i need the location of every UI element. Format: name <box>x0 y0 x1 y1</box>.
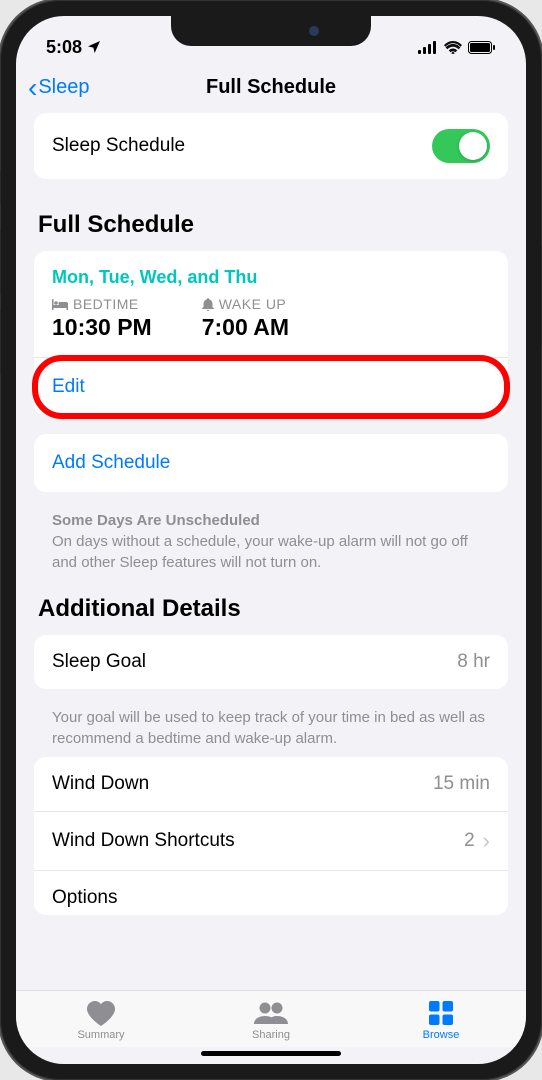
home-indicator[interactable] <box>201 1051 341 1056</box>
tab-browse-label: Browse <box>423 1029 460 1041</box>
full-schedule-header: Full Schedule <box>34 197 508 251</box>
schedule-days: Mon, Tue, Wed, and Thu <box>34 251 508 296</box>
status-time: 5:08 <box>46 37 82 58</box>
schedule-entry-card: Mon, Tue, Wed, and Thu BEDTIME 10:30 PM … <box>34 251 508 416</box>
options-label: Options <box>52 887 117 908</box>
wakeup-value: 7:00 AM <box>202 314 289 341</box>
add-schedule-button[interactable]: Add Schedule <box>34 434 508 492</box>
bedtime-label: BEDTIME <box>73 296 139 312</box>
annotation-highlight <box>32 355 510 419</box>
additional-details-header: Additional Details <box>34 581 508 635</box>
chevron-right-icon: › <box>483 828 490 854</box>
sleep-goal-value: 8 hr <box>457 651 490 673</box>
bedtime-column: BEDTIME 10:30 PM <box>52 296 152 341</box>
tab-summary[interactable]: Summary <box>16 999 186 1041</box>
tab-browse[interactable]: Browse <box>356 999 526 1041</box>
people-icon <box>254 1002 288 1024</box>
wind-down-shortcuts-row[interactable]: Wind Down Shortcuts 2 › <box>34 812 508 871</box>
sleep-goal-label: Sleep Goal <box>52 651 146 673</box>
tab-sharing-label: Sharing <box>252 1029 290 1041</box>
wakeup-label: WAKE UP <box>219 296 287 312</box>
wind-down-shortcuts-value: 2 <box>464 830 475 852</box>
tab-bar: Summary Sharing Browse <box>16 990 526 1047</box>
wind-down-label: Wind Down <box>52 773 149 795</box>
wind-down-value: 15 min <box>433 773 490 795</box>
battery-icon <box>468 41 496 54</box>
wind-down-row[interactable]: Wind Down 15 min <box>34 757 508 812</box>
bed-icon <box>52 299 68 310</box>
sleep-schedule-card: Sleep Schedule <box>34 113 508 179</box>
chevron-left-icon: ‹ <box>28 74 37 102</box>
bell-icon <box>202 298 214 311</box>
sleep-goal-row[interactable]: Sleep Goal 8 hr <box>34 635 508 689</box>
unscheduled-body: On days without a schedule, your wake-up… <box>52 533 468 571</box>
back-button[interactable]: ‹ Sleep <box>28 74 89 102</box>
wakeup-column: WAKE UP 7:00 AM <box>202 296 289 341</box>
edit-button[interactable]: Edit <box>34 357 508 416</box>
location-icon <box>86 39 102 55</box>
content-scroll[interactable]: Sleep Schedule Full Schedule Mon, Tue, W… <box>16 113 526 990</box>
unscheduled-footer: Some Days Are Unscheduled On days withou… <box>34 510 508 581</box>
sleep-schedule-toggle[interactable] <box>432 129 490 163</box>
nav-bar: ‹ Sleep Full Schedule <box>16 66 526 113</box>
wind-down-card: Wind Down 15 min Wind Down Shortcuts 2 ›… <box>34 757 508 915</box>
sleep-goal-card: Sleep Goal 8 hr <box>34 635 508 689</box>
sleep-goal-footer: Your goal will be used to keep track of … <box>34 707 508 757</box>
signal-icon <box>418 41 438 54</box>
add-schedule-card: Add Schedule <box>34 434 508 492</box>
unscheduled-heading: Some Days Are Unscheduled <box>52 510 490 531</box>
wind-down-shortcuts-label: Wind Down Shortcuts <box>52 830 235 852</box>
grid-icon <box>429 1001 453 1025</box>
bedtime-value: 10:30 PM <box>52 314 152 341</box>
heart-icon <box>87 1001 115 1026</box>
tab-summary-label: Summary <box>77 1029 124 1041</box>
options-row[interactable]: Options <box>34 871 508 915</box>
tab-sharing[interactable]: Sharing <box>186 999 356 1041</box>
sleep-schedule-label: Sleep Schedule <box>52 135 185 157</box>
page-title: Full Schedule <box>34 76 508 99</box>
back-label: Sleep <box>38 76 89 99</box>
wifi-icon <box>444 41 462 54</box>
